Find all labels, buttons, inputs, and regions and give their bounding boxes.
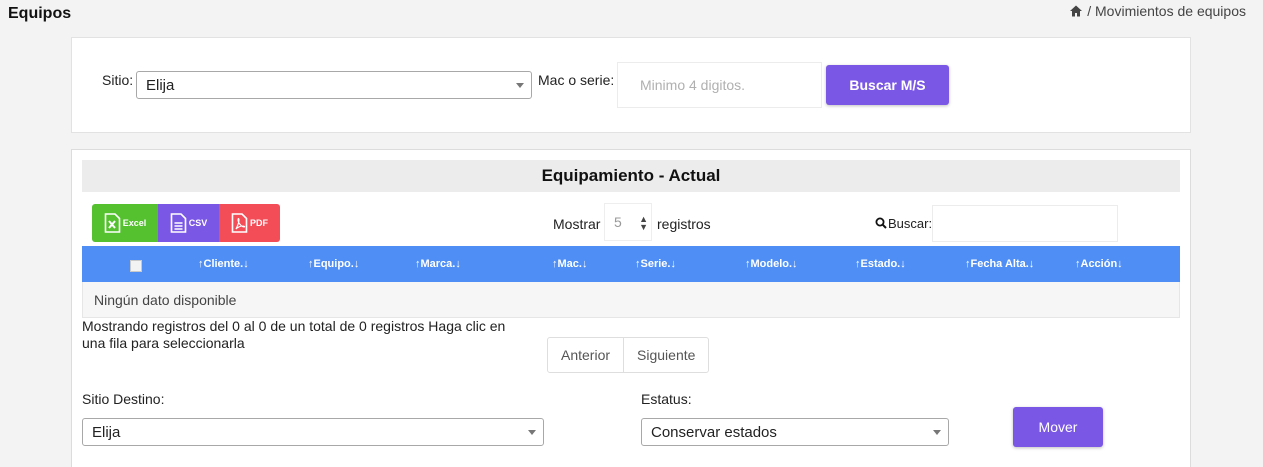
select-all-checkbox[interactable] xyxy=(130,260,142,272)
sitio-select[interactable]: Elija xyxy=(136,71,532,99)
table-search-input-wrapper xyxy=(932,205,1118,242)
column-header-serie[interactable]: ↑Serie.↓ xyxy=(635,246,676,282)
excel-export-label: Excel xyxy=(122,218,147,228)
column-header-estado[interactable]: ↑Estado.↓ xyxy=(855,246,906,282)
column-header-equipo[interactable]: ↑Equipo.↓ xyxy=(308,246,359,282)
equipment-card: Equipamiento - Actual Excel CSV PDF Most… xyxy=(71,149,1191,467)
table-search-input[interactable] xyxy=(933,206,1117,241)
breadcrumb-current: / Movimientos de equipos xyxy=(1087,3,1246,19)
column-header-cliente[interactable]: ↑Cliente.↓ xyxy=(198,246,249,282)
records-label: registros xyxy=(657,216,711,232)
page-length-select[interactable]: 5 ▲ ▼ xyxy=(604,203,652,241)
sitio-label: Sitio: xyxy=(102,72,134,88)
destino-label: Sitio Destino: xyxy=(82,391,165,407)
card-header: Equipamiento - Actual xyxy=(82,160,1180,192)
breadcrumb: / Movimientos de equipos xyxy=(1069,3,1246,19)
mac-input[interactable] xyxy=(618,63,821,107)
mac-label: Mac o serie: xyxy=(538,72,615,88)
pdf-export-label: PDF xyxy=(250,218,268,228)
column-header-marca[interactable]: ↑Marca.↓ xyxy=(415,246,461,282)
move-button[interactable]: Mover xyxy=(1013,407,1103,447)
pagination: Anterior Siguiente xyxy=(547,337,710,373)
column-header-modelo[interactable]: ↑Modelo.↓ xyxy=(745,246,798,282)
dropdown-arrow-icon xyxy=(528,430,536,435)
column-header-mac[interactable]: ↑Mac.↓ xyxy=(552,246,587,282)
csv-export-button[interactable]: CSV xyxy=(158,204,219,242)
dropdown-arrow-icon xyxy=(516,83,524,88)
pdf-export-button[interactable]: PDF xyxy=(219,204,280,242)
search-icon xyxy=(875,217,887,229)
excel-icon xyxy=(104,213,121,233)
search-button[interactable]: Buscar M/S xyxy=(826,65,949,105)
sort-arrows-icon: ▲ ▼ xyxy=(639,214,648,232)
estatus-select[interactable]: Conservar estados xyxy=(641,418,949,446)
table-header: ↑Cliente.↓ ↑Equipo.↓ ↑Marca.↓ ↑Mac.↓ ↑Se… xyxy=(82,246,1180,282)
csv-icon xyxy=(170,213,187,233)
pdf-icon xyxy=(231,213,248,233)
page-title: Equipos xyxy=(8,5,72,22)
sitio-select-value: Elija xyxy=(146,76,175,94)
search-card: Sitio: Elija Mac o serie: Buscar M/S xyxy=(71,37,1191,133)
empty-table-row: Ningún dato disponible xyxy=(82,282,1180,318)
column-header-accion[interactable]: ↑Acción↓ xyxy=(1075,246,1123,282)
estatus-label: Estatus: xyxy=(641,391,692,407)
show-label: Mostrar xyxy=(553,216,601,232)
excel-export-button[interactable]: Excel xyxy=(92,204,158,242)
estatus-select-value: Conservar estados xyxy=(651,423,777,441)
search-label: Buscar: xyxy=(888,216,933,231)
csv-export-label: CSV xyxy=(188,218,208,228)
table-info: Mostrando registros del 0 al 0 de un tot… xyxy=(82,318,506,351)
mac-input-wrapper xyxy=(617,62,822,108)
next-page-button[interactable]: Siguiente xyxy=(623,338,708,372)
destino-select[interactable]: Elija xyxy=(82,418,544,446)
dropdown-arrow-icon xyxy=(933,430,941,435)
destino-select-value: Elija xyxy=(92,423,121,441)
previous-page-button[interactable]: Anterior xyxy=(548,338,623,372)
home-icon[interactable] xyxy=(1069,4,1083,18)
page-length-value: 5 xyxy=(614,214,622,230)
column-header-fecha-alta[interactable]: ↑Fecha Alta.↓ xyxy=(965,246,1034,282)
